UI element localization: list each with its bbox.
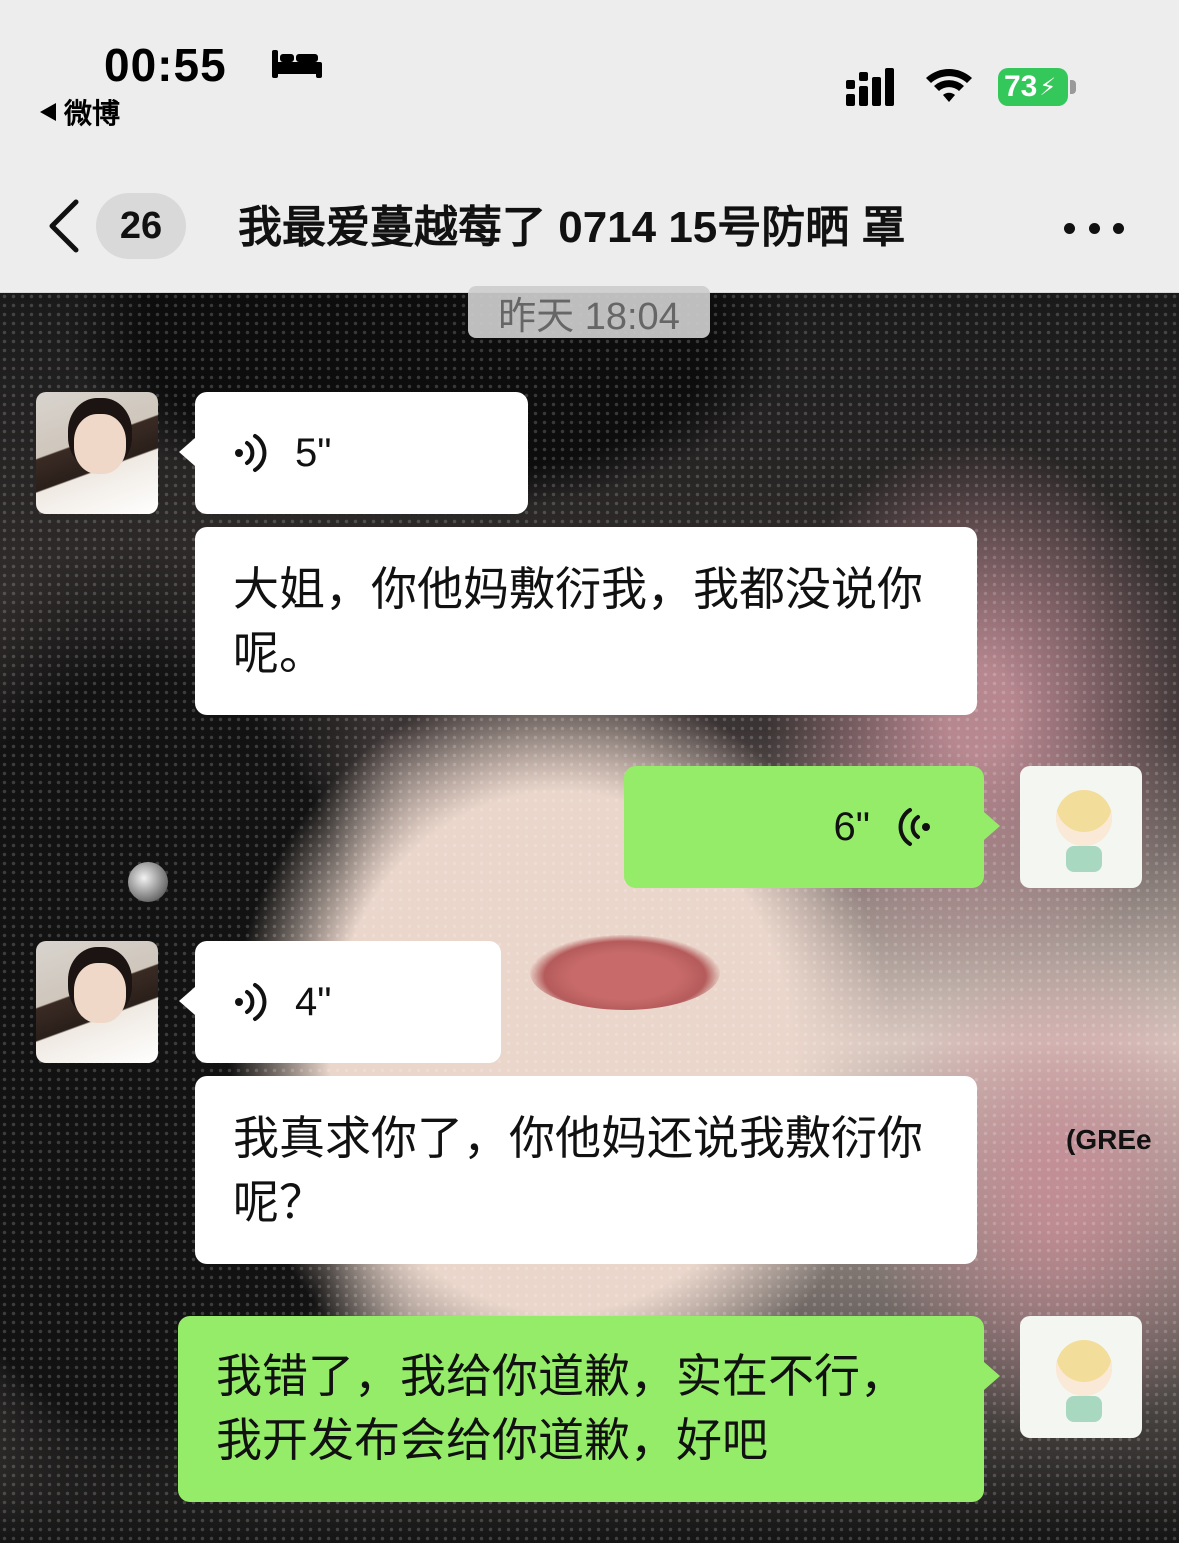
voice-wave-icon bbox=[235, 983, 267, 1021]
voice-duration: 6" bbox=[833, 805, 870, 849]
back-chevron-icon[interactable] bbox=[46, 198, 80, 254]
my-avatar[interactable] bbox=[1020, 766, 1142, 888]
charging-bolt-icon: ⚡ bbox=[1039, 73, 1057, 101]
message-text: 我错了，我给你道歉，实在不行，我开发布会给你道歉，好吧 bbox=[216, 1350, 906, 1466]
message-text: 大姐，你他妈敷衍我，我都没说你呢。 bbox=[233, 563, 923, 679]
top-bar: 00:55 微博 73 ⚡ 26 我最爱蔓越莓了 0714 15号防晒 罩 bbox=[0, 0, 1179, 293]
voice-message-bubble[interactable]: 6" bbox=[624, 766, 1000, 888]
battery-icon: 73 ⚡ bbox=[998, 68, 1068, 106]
text-message-bubble[interactable]: 大姐，你他妈敷衍我，我都没说你呢。 bbox=[195, 527, 977, 715]
status-time: 00:55 bbox=[104, 39, 227, 91]
message-text: 我真求你了，你他妈还说我敷衍你呢？ bbox=[233, 1112, 923, 1228]
more-icon[interactable] bbox=[1064, 208, 1124, 248]
voice-duration: 4" bbox=[295, 980, 332, 1024]
my-avatar[interactable] bbox=[1020, 1316, 1142, 1438]
chat-title: 我最爱蔓越莓了 0714 15号防晒 罩 bbox=[238, 203, 906, 252]
text-message-bubble[interactable]: 我错了，我给你道歉，实在不行，我开发布会给你道歉，好吧 bbox=[178, 1316, 1000, 1502]
voice-wave-icon bbox=[898, 808, 930, 846]
wallpaper-detail bbox=[530, 935, 720, 1010]
text-message-bubble[interactable]: 我真求你了，你他妈还说我敷衍你呢？ bbox=[195, 1076, 977, 1264]
signal-icon bbox=[846, 68, 894, 106]
back-triangle-icon bbox=[40, 103, 56, 121]
wallpaper-text: (GREe bbox=[1066, 1124, 1152, 1155]
wifi-icon bbox=[926, 69, 972, 102]
voice-wave-icon bbox=[235, 434, 267, 472]
unread-count-badge[interactable]: 26 bbox=[96, 193, 186, 259]
back-to-app-link[interactable]: 微博 bbox=[40, 92, 120, 132]
back-app-label: 微博 bbox=[64, 98, 121, 129]
battery-nub bbox=[1070, 80, 1076, 94]
friend-avatar[interactable] bbox=[36, 392, 158, 514]
friend-avatar[interactable] bbox=[36, 941, 158, 1063]
bed-icon bbox=[272, 50, 322, 78]
wallpaper-detail-earring bbox=[128, 862, 168, 902]
voice-message-bubble[interactable]: 4" bbox=[179, 941, 501, 1063]
battery-level: 73 bbox=[1004, 70, 1038, 103]
message-timestamp: 昨天 18:04 bbox=[468, 286, 710, 338]
voice-duration: 5" bbox=[295, 431, 332, 475]
voice-message-bubble[interactable]: 5" bbox=[179, 392, 528, 514]
